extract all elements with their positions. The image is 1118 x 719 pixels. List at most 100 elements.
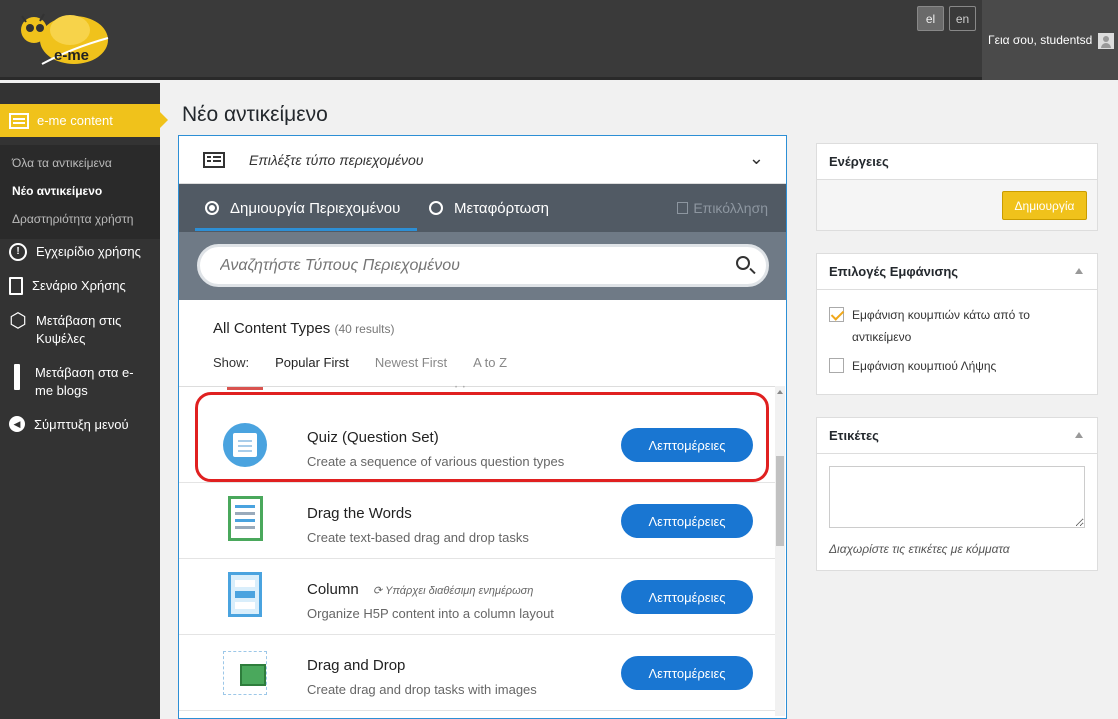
tab-label: Δημιουργία Περιεχομένου <box>230 199 401 217</box>
submenu-new-item[interactable]: Νέο αντικείμενο <box>0 177 160 205</box>
update-available-notice: ⟳ Υπάρχει διαθέσιμη ενημέρωση <box>373 585 534 597</box>
refresh-icon: ⟳ <box>372 585 383 597</box>
option-show-download[interactable]: Εμφάνιση κουμπιού Λήψης <box>829 355 996 377</box>
sidebar-item-label: Σενάριο Χρήσης <box>32 278 126 293</box>
list-item[interactable]: Drag and Drop Create drag and drop tasks… <box>179 636 775 711</box>
document-icon <box>9 277 23 295</box>
hexagon-icon: ⬡ <box>9 310 27 332</box>
checkbox-checked[interactable] <box>829 307 844 322</box>
item-title: Drag the Words <box>307 505 412 522</box>
content-type-selector[interactable]: Επιλέξτε τύπο περιεχομένου ⌄ <box>179 136 786 184</box>
item-title-text: Column <box>307 581 359 598</box>
scroll-up-icon[interactable] <box>777 390 783 394</box>
logo-text: e-me <box>54 47 89 64</box>
content-list-icon <box>9 112 29 129</box>
update-text: Υπάρχει διαθέσιμη ενημέρωση <box>385 585 534 597</box>
sort-a-to-z[interactable]: A to Z <box>473 355 507 370</box>
list-title: All Content Types <box>213 320 331 337</box>
partial-item-icon <box>227 387 263 390</box>
scrollbar-thumb[interactable] <box>776 456 784 546</box>
user-greeting: Γεια σου, studentsd <box>988 33 1093 47</box>
sort-popular[interactable]: Popular First <box>275 355 349 370</box>
user-menu[interactable]: Γεια σου, studentsd <box>982 0 1118 80</box>
display-options-box: Επιλογές Εμφάνισης Εμφάνιση κουμπιών κάτ… <box>816 253 1098 395</box>
tags-input[interactable] <box>829 466 1085 528</box>
item-description: Organize H5P content into a column layou… <box>307 606 554 621</box>
chevron-down-icon[interactable]: ⌄ <box>749 148 764 169</box>
list-header: All Content Types (40 results) <box>213 320 395 337</box>
page-title: Νέο αντικείμενο <box>182 103 328 126</box>
drag-words-icon <box>228 496 263 541</box>
search-icon[interactable] <box>736 256 750 270</box>
sidebar-item-label: e-me content <box>37 113 113 128</box>
option-show-buttons[interactable]: Εμφάνιση κουμπιών κάτω από το αντικείμεν… <box>829 304 1049 348</box>
info-icon: ! <box>9 243 27 261</box>
tab-create-content[interactable]: Δημιουργία Περιεχομένου <box>205 184 400 232</box>
highlight-annotation <box>195 392 769 482</box>
tags-header[interactable]: Ετικέτες <box>817 418 1097 454</box>
active-tab-indicator <box>195 228 417 231</box>
lang-el-button[interactable]: el <box>917 6 944 31</box>
option-label: Εμφάνιση κουμπιού Λήψης <box>852 359 997 373</box>
option-label: Εμφάνιση κουμπιών κάτω από το αντικείμεν… <box>852 308 1030 344</box>
list-scrollbar[interactable] <box>775 386 785 716</box>
sidebar-item-manual[interactable]: ! Εγχειρίδιο χρήσης <box>0 243 160 261</box>
content-type-icon <box>203 151 225 168</box>
sort-options: Show: Popular First Newest First A to Z <box>213 355 533 370</box>
radio-selected-icon <box>205 201 219 215</box>
sidebar-item-hives[interactable]: ⬡ Μετάβαση στις Κυψέλες <box>0 310 160 348</box>
item-description: Create drag and drop tasks with images <box>307 682 537 697</box>
list-item[interactable]: Drag the Words Create text-based drag an… <box>179 484 775 559</box>
item-title: Column ⟳ Υπάρχει διαθέσιμη ενημέρωση <box>307 581 533 598</box>
sidebar-item-e-me-content[interactable]: e-me content <box>0 104 168 137</box>
sidebar-item-label: Μετάβαση στα e-me blogs <box>35 365 134 398</box>
tags-title: Ετικέτες <box>829 428 879 443</box>
actions-body: Δημιουργία <box>817 180 1097 230</box>
clipboard-icon <box>677 202 689 214</box>
avatar <box>1098 33 1115 49</box>
column-layout-icon <box>228 572 262 617</box>
search-area <box>179 232 786 300</box>
display-options-title: Επιλογές Εμφάνισης <box>829 264 959 279</box>
sidebar-collapse[interactable]: ◀ Σύμπτυξη μενού <box>0 416 160 434</box>
list-divider <box>179 386 775 387</box>
create-button[interactable]: Δημιουργία <box>1002 191 1087 220</box>
submenu-user-activity[interactable]: Δραστηριότητα χρήστη <box>0 205 160 233</box>
tab-label: Μεταφόρτωση <box>454 199 549 217</box>
tab-upload[interactable]: Μεταφόρτωση <box>429 184 549 232</box>
submenu-all-items[interactable]: Όλα τα αντικείμενα <box>0 149 160 177</box>
tags-box: Ετικέτες Διαχωρίστε τις ετικέτες με κόμμ… <box>816 417 1098 571</box>
tags-hint: Διαχωρίστε τις ετικέτες με κόμματα <box>829 542 1010 556</box>
content-type-label: Επιλέξτε τύπο περιεχομένου <box>249 151 424 168</box>
sidebar-item-label: Μετάβαση στις Κυψέλες <box>36 313 122 346</box>
collapse-triangle-icon[interactable] <box>1075 432 1083 438</box>
display-options-header[interactable]: Επιλογές Εμφάνισης <box>817 254 1097 290</box>
paste-label: Επικόλληση <box>693 200 768 216</box>
details-button[interactable]: Λεπτομέρειες <box>621 580 753 614</box>
sidebar-item-label: Εγχειρίδιο χρήσης <box>36 244 141 259</box>
e-me-logo-icon[interactable]: e-me <box>12 8 112 72</box>
sidebar: e-me content Όλα τα αντικείμενα Νέο αντι… <box>0 83 168 719</box>
item-description: Create text-based drag and drop tasks <box>307 530 529 545</box>
details-button[interactable]: Λεπτομέρειες <box>621 504 753 538</box>
actions-title: Ενέργειες <box>817 144 1097 180</box>
sidebar-item-label: Σύμπτυξη μενού <box>34 417 129 432</box>
show-label: Show: <box>213 355 250 370</box>
paste-button[interactable]: Επικόλληση <box>677 184 768 232</box>
top-bar: e-me el en Γεια σου, studentsd <box>0 0 1118 80</box>
radio-icon <box>429 201 443 215</box>
sort-newest[interactable]: Newest First <box>375 355 447 370</box>
details-button[interactable]: Λεπτομέρειες <box>621 656 753 690</box>
collapse-arrow-icon: ◀ <box>9 416 25 432</box>
sidebar-item-blogs[interactable]: Μετάβαση στα e-me blogs <box>0 364 160 400</box>
search-input[interactable] <box>220 256 710 275</box>
list-item[interactable]: Column ⟳ Υπάρχει διαθέσιμη ενημέρωση Org… <box>179 560 775 635</box>
collapse-triangle-icon[interactable] <box>1075 268 1083 274</box>
item-title: Drag and Drop <box>307 657 406 674</box>
results-count: (40 results) <box>334 322 395 336</box>
sidebar-item-scenario[interactable]: Σενάριο Χρήσης <box>0 277 160 295</box>
checkbox[interactable] <box>829 358 844 373</box>
search-box <box>197 244 769 287</box>
lang-en-button[interactable]: en <box>949 6 976 31</box>
pencil-icon <box>14 364 20 390</box>
